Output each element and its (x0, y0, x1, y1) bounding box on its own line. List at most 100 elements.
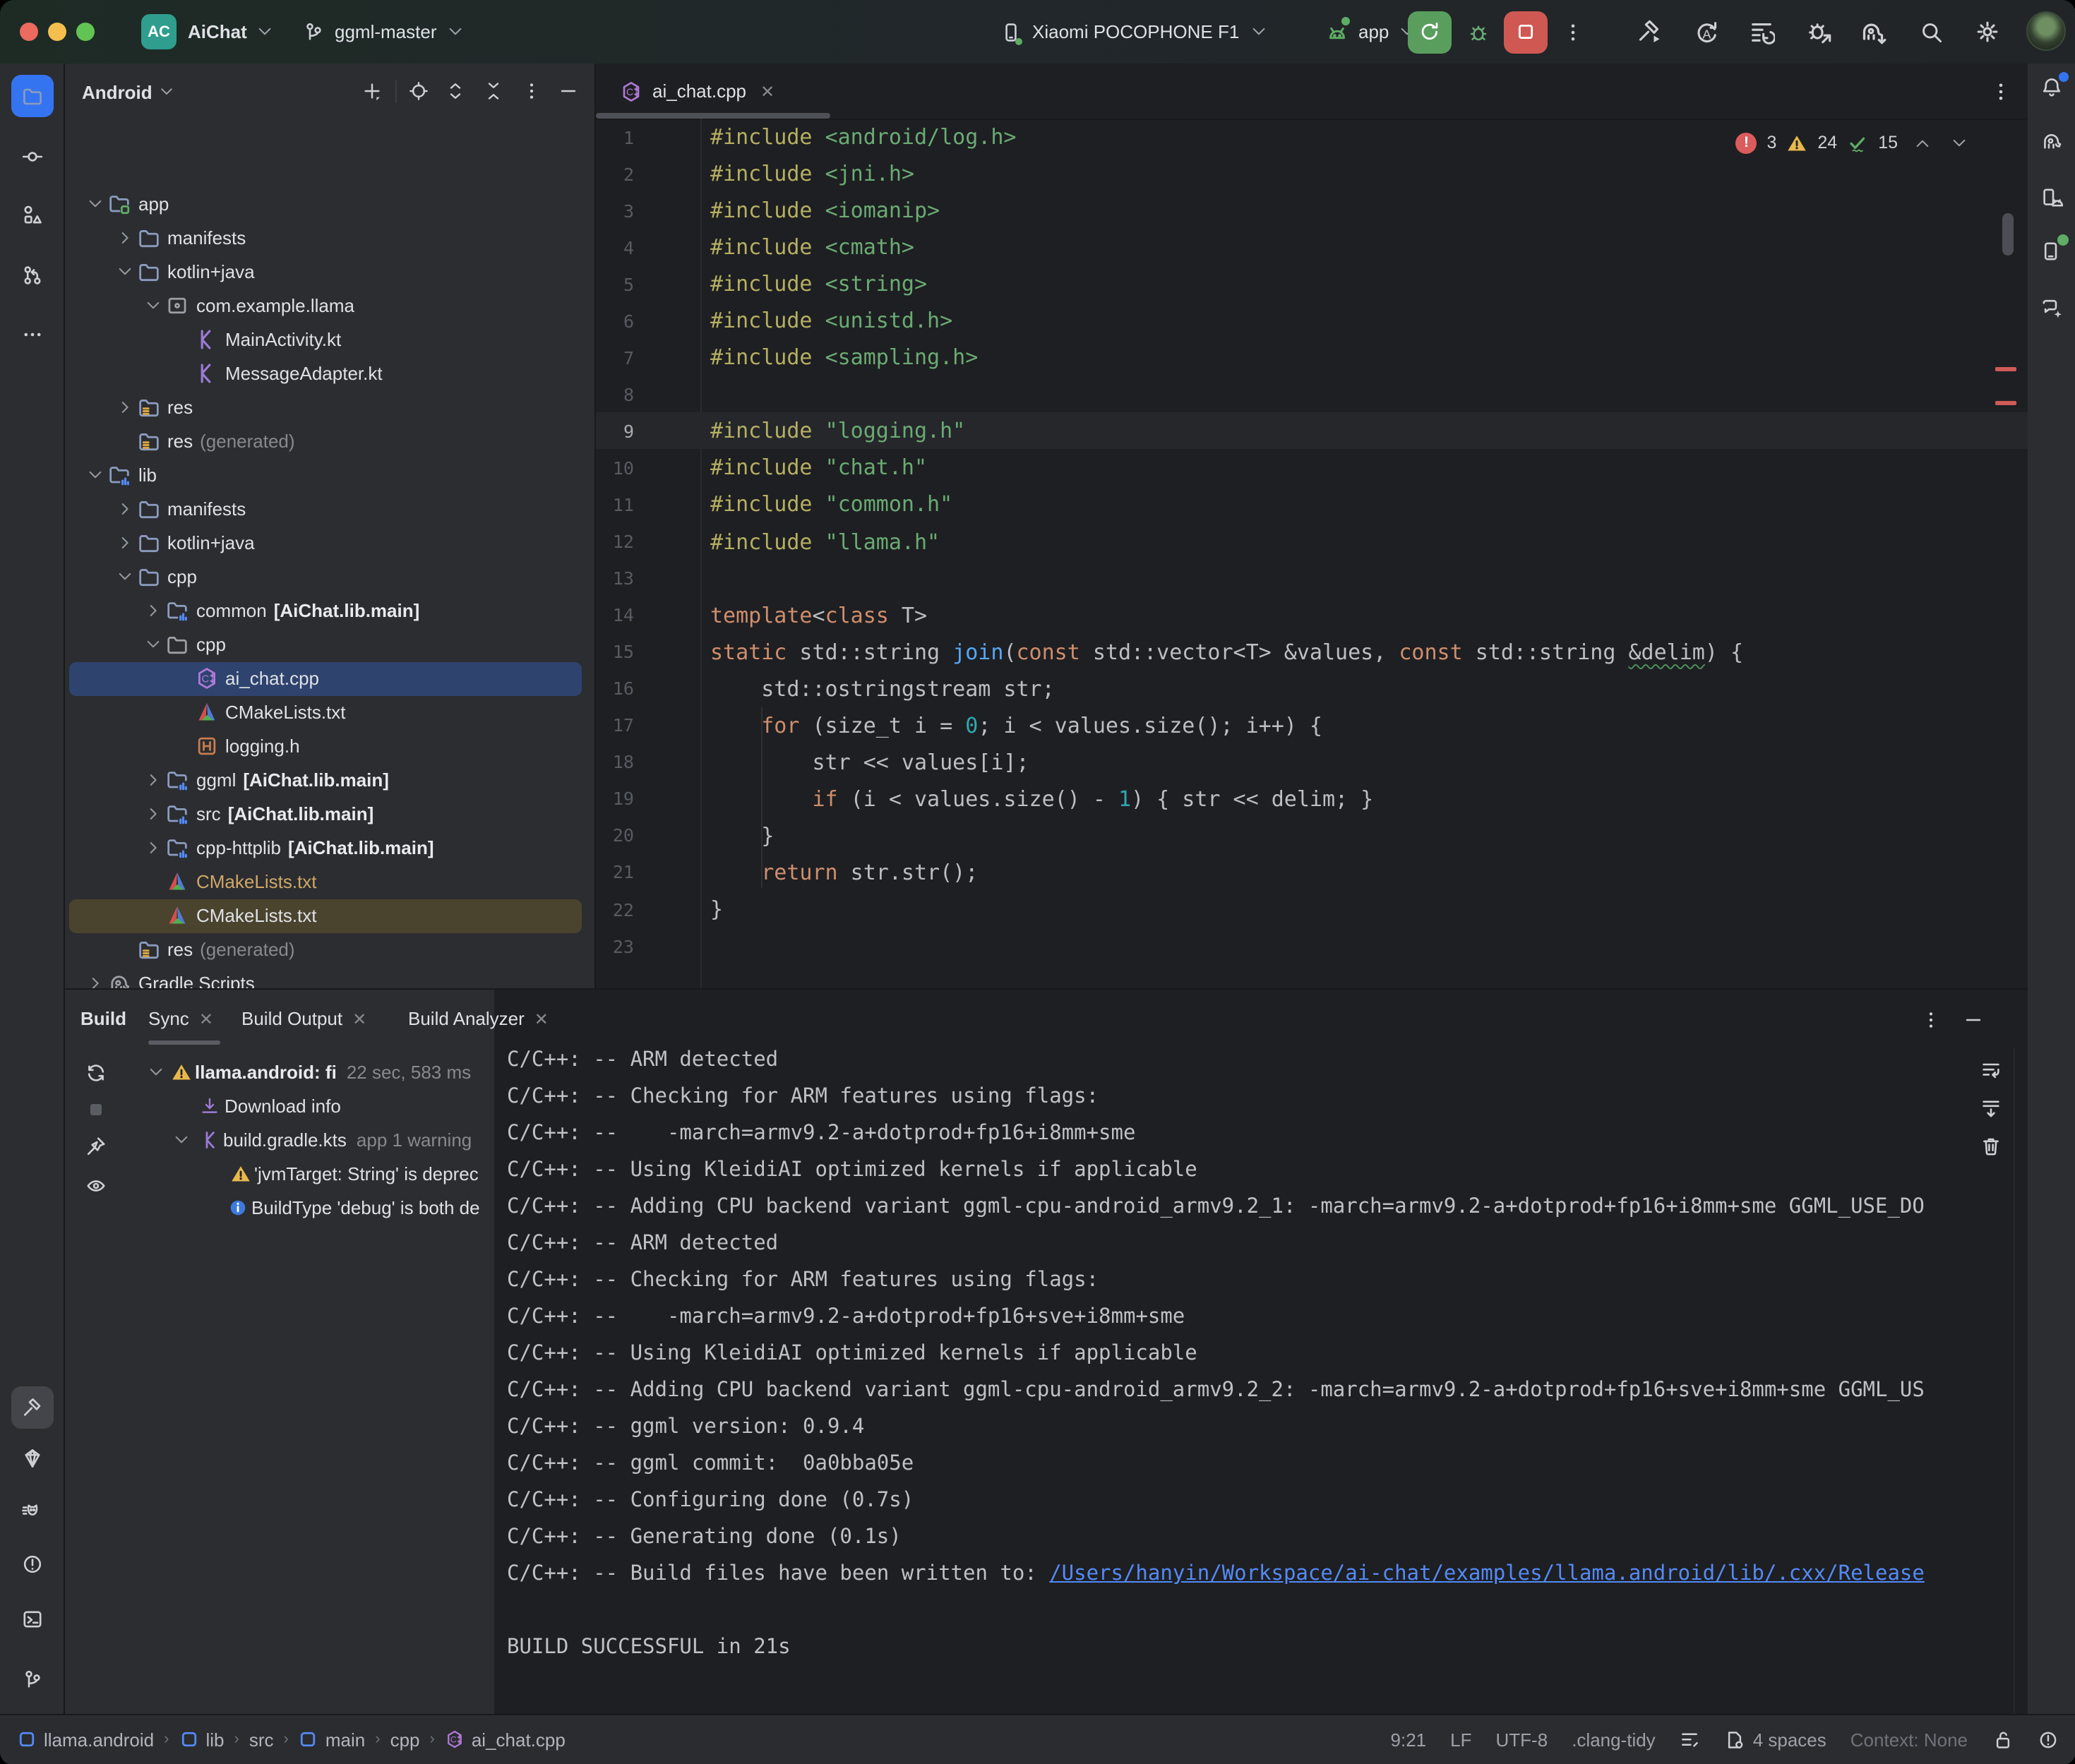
chevron-right-icon[interactable] (141, 772, 165, 790)
tree-row[interactable]: src[AiChat.lib.main] (69, 798, 582, 832)
tree-row[interactable]: common[AiChat.lib.main] (69, 594, 582, 628)
sync-tree-row[interactable]: build.gradle.ktsapp 1 warning (65, 1122, 494, 1156)
close-tab-icon[interactable]: ✕ (534, 1009, 549, 1028)
sync-tree-row[interactable]: llama.android: fi22 sec, 583 ms (65, 1055, 494, 1088)
sidebar-item-commit[interactable] (11, 136, 53, 178)
tree-row[interactable]: lib (69, 458, 582, 492)
vcs-branch-widget[interactable]: ggml-master (302, 0, 465, 64)
exclamation-circle-icon[interactable] (2037, 1729, 2058, 1750)
build-output-path-link[interactable]: /Users/hanyin/Workspace/ai-chat/examples… (1049, 1563, 1925, 1585)
tree-row[interactable]: cpp-httplib[AiChat.lib.main] (69, 832, 582, 865)
sidebar-item-problems[interactable] (11, 1543, 53, 1585)
debug-button[interactable] (1460, 13, 1497, 50)
code-area[interactable]: 1#include <android/log.h>2#include <jni.… (596, 119, 2028, 988)
lock-open-icon[interactable] (1992, 1729, 2013, 1750)
window-zoom-button[interactable] (76, 22, 95, 40)
indent-widget[interactable]: 4 spaces (1725, 1729, 1826, 1750)
chevron-down-icon[interactable] (147, 1062, 165, 1081)
device-manager-button[interactable] (2031, 176, 2073, 219)
build-log[interactable]: C/C++: -- Using KleidiAI optimized kerne… (504, 990, 1971, 1715)
prev-problem-icon[interactable] (1913, 133, 1932, 152)
sync-tree-row[interactable]: Download info (65, 1088, 494, 1122)
context-widget[interactable]: Context: None (1850, 1729, 1968, 1750)
scroll-to-end-button[interactable] (1973, 1090, 2009, 1127)
tree-row[interactable]: res(generated) (69, 933, 582, 967)
project-widget[interactable]: AiChat (188, 0, 274, 64)
sidebar-item-version-control[interactable] (11, 1659, 53, 1701)
tree-row[interactable]: cpp (69, 628, 582, 662)
tab-sync[interactable]: Sync✕ (148, 990, 213, 1048)
breadcrumb-item[interactable]: lib (179, 1729, 224, 1750)
clear-log-button[interactable] (1973, 1128, 2009, 1165)
breadcrumb-item[interactable]: src (249, 1729, 274, 1750)
build-options-button[interactable] (1912, 1001, 1949, 1038)
build-project-button[interactable] (1631, 13, 1668, 50)
close-tab-icon[interactable]: ✕ (760, 81, 775, 101)
inspections-toggle-icon[interactable] (1680, 1729, 1701, 1750)
chevron-down-icon[interactable] (112, 263, 136, 281)
apply-changes-button[interactable]: A (1687, 13, 1724, 50)
tree-row[interactable]: kotlin+java (69, 526, 582, 560)
gradle-tool-button[interactable] (2031, 120, 2073, 162)
settings-button[interactable] (1968, 13, 2005, 50)
tree-row[interactable]: cpp (69, 560, 582, 594)
close-tab-icon[interactable]: ✕ (199, 1009, 213, 1028)
running-devices-button[interactable] (2031, 230, 2073, 272)
chevron-right-icon[interactable] (112, 398, 136, 416)
chevron-down-icon[interactable] (83, 195, 107, 213)
linter-widget[interactable]: .clang-tidy (1572, 1729, 1656, 1750)
caret-position[interactable]: 9:21 (1391, 1729, 1427, 1750)
window-minimize-button[interactable] (48, 22, 66, 40)
sidebar-item-structure[interactable] (11, 193, 53, 236)
tree-row[interactable]: res (69, 390, 582, 424)
notifications-button[interactable] (2031, 66, 2073, 109)
chevron-down-icon[interactable] (83, 466, 107, 484)
profiler-button[interactable] (1742, 13, 1779, 50)
tab-build-analyzer[interactable]: Build Analyzer✕ (408, 990, 549, 1048)
line-ending[interactable]: LF (1450, 1729, 1471, 1750)
chevron-right-icon[interactable] (112, 229, 136, 247)
tree-row[interactable]: CMakeLists.txt (69, 696, 582, 730)
search-everywhere-button[interactable] (1913, 13, 1950, 50)
device-selector[interactable]: Xiaomi POCOPHONE F1 (1000, 0, 1267, 64)
chevron-right-icon[interactable] (141, 601, 165, 620)
close-tab-icon[interactable]: ✕ (352, 1009, 366, 1028)
tree-row[interactable]: MessageAdapter.kt (69, 356, 582, 390)
breadcrumb-item[interactable]: llama.android (17, 1729, 154, 1750)
sidebar-item-more-tools[interactable] (11, 313, 53, 356)
inspections-widget[interactable]: ! 3 24 15 (1735, 127, 1968, 158)
breadcrumb-item[interactable]: cpp (390, 1729, 420, 1750)
error-stripe-mark[interactable] (1995, 367, 2016, 371)
sidebar-item-pull-requests[interactable] (11, 254, 53, 296)
breadcrumb-item[interactable]: Cai_chat.cpp (445, 1729, 566, 1750)
breadcrumb-item[interactable]: main (299, 1729, 365, 1750)
chevron-right-icon[interactable] (112, 500, 136, 518)
error-stripe-mark[interactable] (1995, 401, 2016, 405)
gemini-chat-button[interactable] (2031, 287, 2073, 329)
attach-debugger-button[interactable] (1800, 13, 1837, 50)
tree-row[interactable]: com.example.llama (69, 289, 582, 323)
tree-row[interactable]: MainActivity.kt (69, 323, 582, 356)
tab-build-output[interactable]: Build Output✕ (241, 990, 366, 1048)
chevron-right-icon[interactable] (112, 534, 136, 552)
editor-vscrollbar[interactable] (2002, 213, 2014, 256)
sync-tree-row[interactable]: 'jvmTarget: String' is deprec (65, 1156, 494, 1190)
sidebar-item-build[interactable] (11, 1386, 53, 1429)
chevron-right-icon[interactable] (141, 839, 165, 858)
tab-ai-chat-cpp[interactable]: C ai_chat.cpp ✕ (606, 64, 789, 119)
tree-row[interactable]: res(generated) (69, 424, 582, 458)
gradle-sync-button[interactable] (1855, 13, 1892, 50)
soft-wrap-button[interactable] (1973, 1052, 2009, 1088)
hide-build-panel-button[interactable] (1954, 1001, 1991, 1038)
tree-row[interactable]: CMakeLists.txt (69, 899, 582, 933)
editor[interactable]: C ai_chat.cpp ✕ 1#include <android/log.h… (596, 64, 2028, 988)
encoding[interactable]: UTF-8 (1496, 1729, 1548, 1750)
sidebar-item-terminal[interactable] (11, 1598, 53, 1640)
tree-row[interactable]: logging.h (69, 730, 582, 764)
editor-options-button[interactable] (1983, 73, 2019, 110)
sidebar-item-app-quality-insights[interactable] (11, 1437, 53, 1480)
tree-row[interactable]: ggml[AiChat.lib.main] (69, 764, 582, 798)
sidebar-item-project[interactable] (11, 75, 53, 117)
rerun-button[interactable] (1408, 11, 1452, 53)
sidebar-item-logcat[interactable] (11, 1489, 53, 1532)
